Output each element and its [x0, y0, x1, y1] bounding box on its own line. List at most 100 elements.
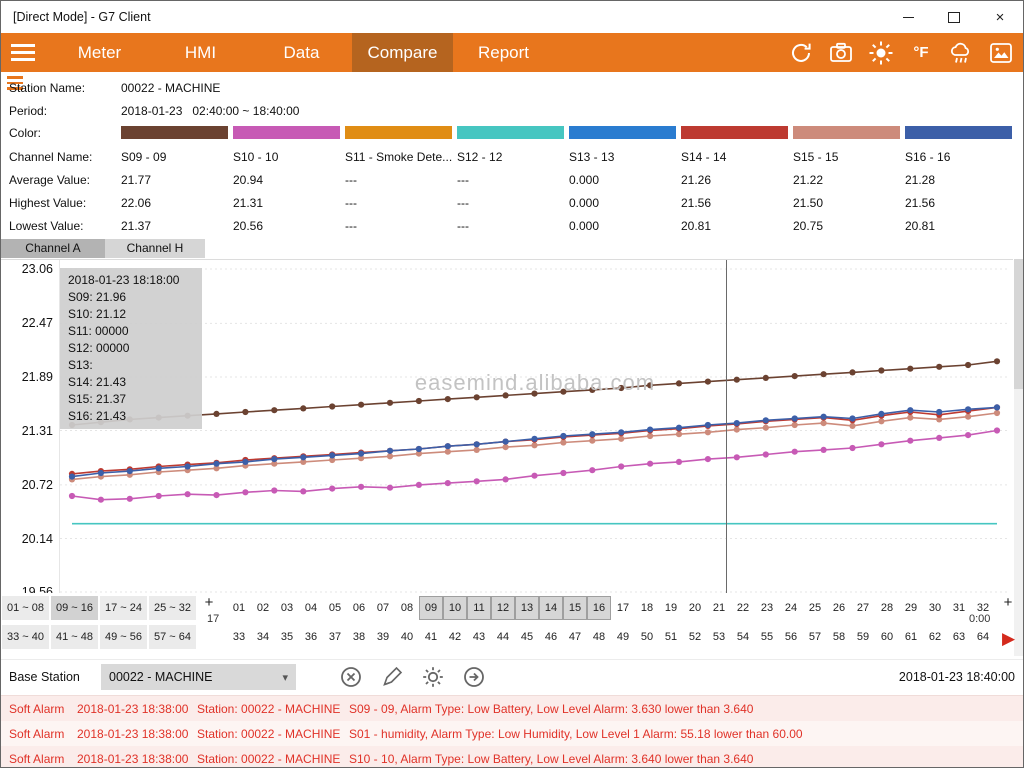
maximize-button[interactable]	[931, 1, 977, 33]
chart-plot[interactable]: easemind.alibaba.com 2018-01-23 18:18:00…	[59, 260, 1010, 594]
menu-icon[interactable]	[11, 33, 41, 72]
channel-number-43[interactable]: 43	[467, 625, 491, 649]
channel-number-08[interactable]: 08	[395, 596, 419, 620]
nav-tab-meter[interactable]: Meter	[49, 33, 150, 72]
channel-number-47[interactable]: 47	[563, 625, 587, 649]
close-button[interactable]: ×	[977, 1, 1023, 33]
channel-number-50[interactable]: 50	[635, 625, 659, 649]
channel-number-17[interactable]: 17	[611, 596, 635, 620]
expand-right-button[interactable]: +	[996, 594, 1020, 611]
channel-number-28[interactable]: 28	[875, 596, 899, 620]
channel-number-60[interactable]: 60	[875, 625, 899, 649]
channel-number-59[interactable]: 59	[851, 625, 875, 649]
channel-number-46[interactable]: 46	[539, 625, 563, 649]
channel-number-20[interactable]: 20	[683, 596, 707, 620]
channel-number-01[interactable]: 01	[227, 596, 251, 620]
group-button[interactable]: 25 ~ 32	[149, 596, 196, 620]
channel-number-51[interactable]: 51	[659, 625, 683, 649]
scroll-right-button[interactable]: ▶	[1002, 629, 1015, 649]
channel-number-35[interactable]: 35	[275, 625, 299, 649]
channel-number-05[interactable]: 05	[323, 596, 347, 620]
minimize-button[interactable]	[885, 1, 931, 33]
channel-number-42[interactable]: 42	[443, 625, 467, 649]
group-button[interactable]: 33 ~ 40	[2, 625, 49, 649]
channel-number-55[interactable]: 55	[755, 625, 779, 649]
channel-number-19[interactable]: 19	[659, 596, 683, 620]
channel-number-02[interactable]: 02	[251, 596, 275, 620]
channel-number-40[interactable]: 40	[395, 625, 419, 649]
scrollbar-thumb[interactable]	[1014, 259, 1023, 389]
channel-number-39[interactable]: 39	[371, 625, 395, 649]
channel-number-29[interactable]: 29	[899, 596, 923, 620]
channel-number-27[interactable]: 27	[851, 596, 875, 620]
channel-number-34[interactable]: 34	[251, 625, 275, 649]
alarm-row[interactable]: Soft Alarm2018-01-23 18:38:00Station: 00…	[1, 696, 1023, 721]
channel-number-18[interactable]: 18	[635, 596, 659, 620]
snapshot-icon[interactable]	[987, 39, 1015, 67]
channel-number-45[interactable]: 45	[515, 625, 539, 649]
channel-number-30[interactable]: 30	[923, 596, 947, 620]
channel-number-57[interactable]: 57	[803, 625, 827, 649]
channel-number-52[interactable]: 52	[683, 625, 707, 649]
channel-number-48[interactable]: 48	[587, 625, 611, 649]
channel-number-61[interactable]: 61	[899, 625, 923, 649]
channel-number-09[interactable]: 09	[419, 596, 443, 620]
channel-number-10[interactable]: 10	[443, 596, 467, 620]
channel-number-21[interactable]: 21	[707, 596, 731, 620]
channel-number-62[interactable]: 62	[923, 625, 947, 649]
channel-number-37[interactable]: 37	[323, 625, 347, 649]
channel-number-31[interactable]: 31	[947, 596, 971, 620]
tab-channel-h[interactable]: Channel H	[105, 239, 205, 258]
channel-number-07[interactable]: 07	[371, 596, 395, 620]
channel-number-58[interactable]: 58	[827, 625, 851, 649]
camera-icon[interactable]	[827, 39, 855, 67]
channel-number-33[interactable]: 33	[227, 625, 251, 649]
channel-number-53[interactable]: 53	[707, 625, 731, 649]
channel-number-16[interactable]: 16	[587, 596, 611, 620]
channel-number-49[interactable]: 49	[611, 625, 635, 649]
channel-number-03[interactable]: 03	[275, 596, 299, 620]
group-button[interactable]: 41 ~ 48	[51, 625, 98, 649]
expand-left-button[interactable]: +	[197, 594, 221, 611]
group-button[interactable]: 17 ~ 24	[100, 596, 147, 620]
tab-channel-a[interactable]: Channel A	[1, 239, 105, 258]
group-button[interactable]: 57 ~ 64	[149, 625, 196, 649]
channel-number-63[interactable]: 63	[947, 625, 971, 649]
channel-number-11[interactable]: 11	[467, 596, 491, 620]
alarm-row[interactable]: Soft Alarm2018-01-23 18:38:00Station: 00…	[1, 721, 1023, 746]
channel-number-41[interactable]: 41	[419, 625, 443, 649]
fahrenheit-icon[interactable]: °F	[907, 39, 935, 67]
channel-number-13[interactable]: 13	[515, 596, 539, 620]
channel-number-38[interactable]: 38	[347, 625, 371, 649]
nav-tab-hmi[interactable]: HMI	[150, 33, 251, 72]
nav-tab-report[interactable]: Report	[453, 33, 554, 72]
nav-tab-data[interactable]: Data	[251, 33, 352, 72]
channel-number-12[interactable]: 12	[491, 596, 515, 620]
channel-number-36[interactable]: 36	[299, 625, 323, 649]
group-button[interactable]: 09 ~ 16	[51, 596, 98, 620]
channel-number-06[interactable]: 06	[347, 596, 371, 620]
channel-number-64[interactable]: 64	[971, 625, 995, 649]
channel-number-54[interactable]: 54	[731, 625, 755, 649]
brightness-icon[interactable]	[867, 39, 895, 67]
channel-number-24[interactable]: 24	[779, 596, 803, 620]
cancel-icon[interactable]	[339, 665, 363, 689]
channel-number-56[interactable]: 56	[779, 625, 803, 649]
go-icon[interactable]	[462, 665, 486, 689]
rain-icon[interactable]	[947, 39, 975, 67]
group-button[interactable]: 49 ~ 56	[100, 625, 147, 649]
channel-number-04[interactable]: 04	[299, 596, 323, 620]
channel-number-15[interactable]: 15	[563, 596, 587, 620]
group-button[interactable]: 01 ~ 08	[2, 596, 49, 620]
alarm-row[interactable]: Soft Alarm2018-01-23 18:38:00Station: 00…	[1, 746, 1023, 768]
channel-number-26[interactable]: 26	[827, 596, 851, 620]
gear-icon[interactable]	[421, 665, 445, 689]
channel-number-14[interactable]: 14	[539, 596, 563, 620]
chart-canvas[interactable]	[60, 260, 1010, 594]
refresh-icon[interactable]	[787, 39, 815, 67]
channel-number-22[interactable]: 22	[731, 596, 755, 620]
nav-tab-compare[interactable]: Compare	[352, 33, 453, 72]
edit-icon[interactable]	[380, 665, 404, 689]
channel-number-25[interactable]: 25	[803, 596, 827, 620]
channel-number-44[interactable]: 44	[491, 625, 515, 649]
